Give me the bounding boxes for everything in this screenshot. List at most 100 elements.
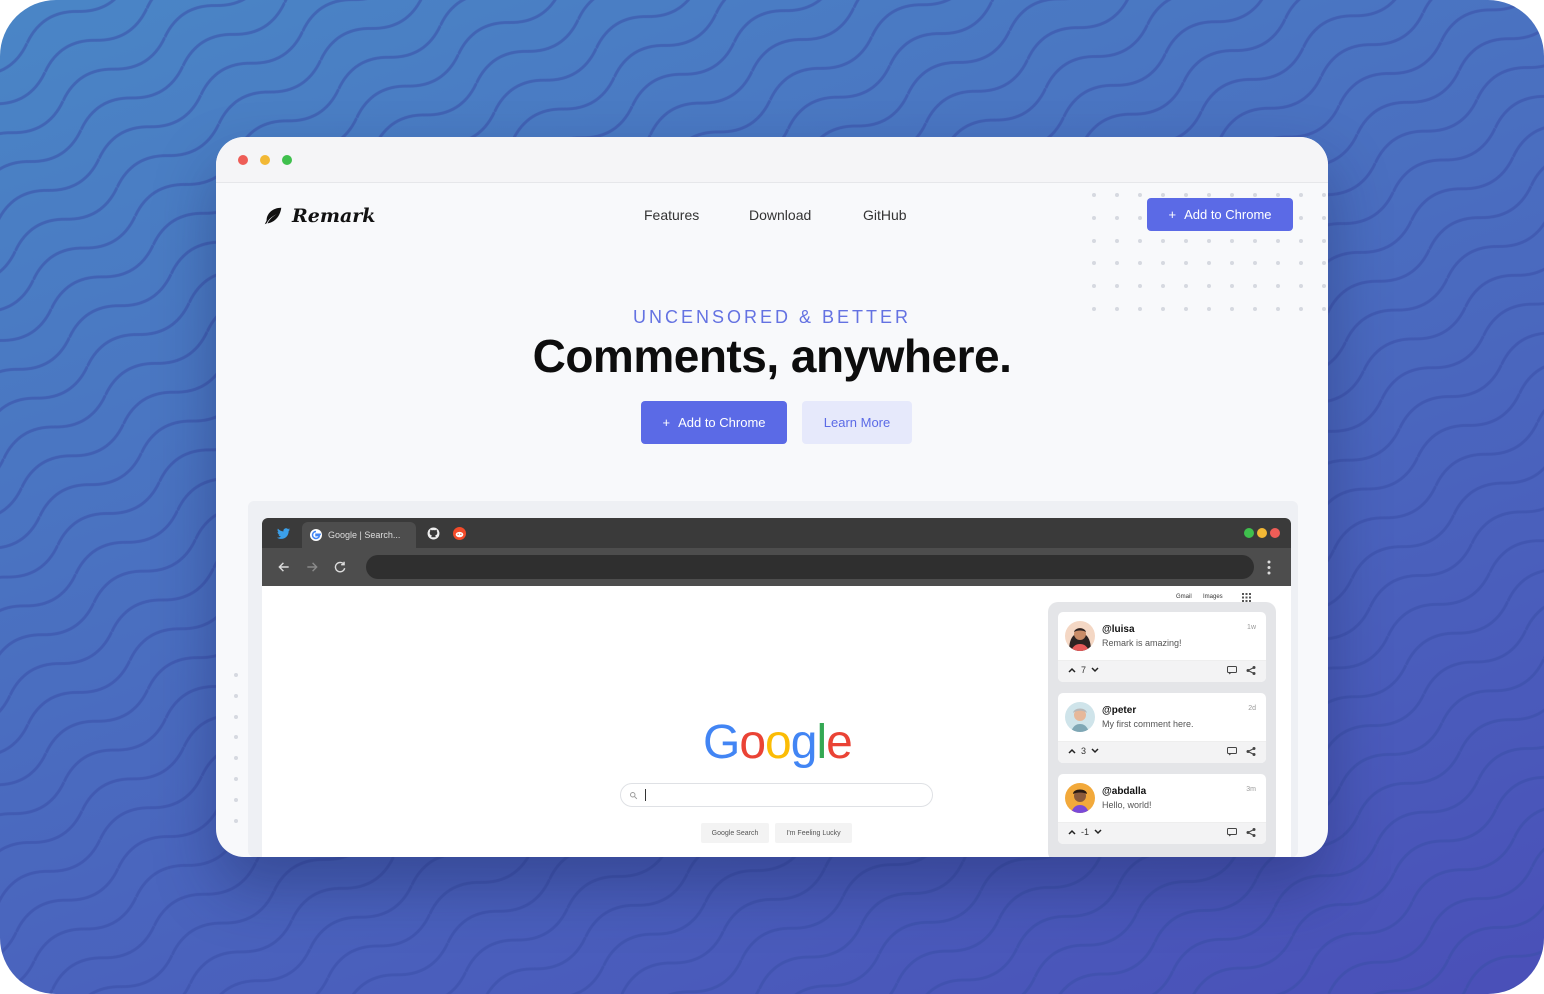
grid-dot (234, 693, 238, 698)
header-add-to-chrome-button[interactable]: + Add to Chrome (1147, 198, 1293, 231)
nav-link-github[interactable]: GitHub (863, 207, 907, 223)
grid-dot (1299, 284, 1303, 289)
grid-dot (234, 735, 238, 740)
grid-dot (1092, 284, 1096, 289)
grid-dot (1322, 238, 1326, 243)
gmail-link[interactable]: Gmail (1176, 594, 1192, 600)
text-cursor (645, 789, 646, 801)
grid-dot (1322, 193, 1326, 197)
demo-close-dot-icon[interactable] (1270, 528, 1280, 538)
google-search-input[interactable] (620, 783, 933, 807)
grid-dot (1276, 284, 1280, 289)
grid-dot (1299, 193, 1303, 197)
hero-eyebrow: UNCENSORED & BETTER (632, 307, 912, 327)
grid-dot (1092, 261, 1096, 266)
back-arrow-icon[interactable] (277, 560, 291, 574)
nav-link-download[interactable]: Download (749, 207, 811, 223)
google-g-icon (310, 529, 322, 541)
button-label: Add to Chrome (1184, 207, 1272, 222)
remark-comments-panel: @luisa Remark is amazing! 1w 7 @peter My… (1048, 602, 1276, 857)
grid-dot (1092, 215, 1096, 220)
search-icon (630, 792, 638, 800)
grid-dot (1161, 284, 1165, 289)
grid-dot (1322, 215, 1326, 220)
grid-dot (1138, 215, 1142, 220)
grid-dot (1207, 193, 1211, 197)
grid-dot (1115, 238, 1119, 243)
grid-dot (1207, 238, 1211, 243)
grid-dot (1115, 284, 1119, 289)
forward-arrow-icon[interactable] (305, 560, 319, 574)
grid-dot (1138, 193, 1142, 197)
grid-dot (1276, 238, 1280, 243)
demo-tab-bar: Google | Search... (262, 518, 1291, 548)
share-icon[interactable] (1246, 747, 1256, 756)
grid-dot (1138, 284, 1142, 289)
comment-card: @abdalla Hello, world! 3m -1 (1058, 774, 1266, 844)
feeling-lucky-button[interactable]: I'm Feeling Lucky (775, 823, 852, 843)
svg-text:Google: Google (703, 716, 852, 769)
google-search-button[interactable]: Google Search (701, 823, 769, 843)
google-homepage: Gmail Images Google Google Search I'm Fe… (262, 586, 1291, 857)
images-link[interactable]: Images (1203, 594, 1223, 600)
comment-username[interactable]: @abdalla (1102, 786, 1146, 797)
reddit-icon[interactable] (453, 527, 466, 540)
site-logo[interactable]: Remark (262, 205, 375, 227)
grid-dot (1276, 193, 1280, 197)
comment-card: @luisa Remark is amazing! 1w 7 (1058, 612, 1266, 682)
grid-dot (1253, 284, 1257, 289)
minimize-dot-icon[interactable] (260, 155, 270, 165)
grid-dot (1138, 261, 1142, 266)
avatar[interactable] (1065, 702, 1095, 732)
reload-icon[interactable] (333, 560, 347, 574)
grid-dot (234, 797, 238, 802)
grid-dot (1184, 284, 1188, 289)
reply-icon[interactable] (1227, 747, 1237, 756)
share-icon[interactable] (1246, 828, 1256, 837)
comment-time: 3m (1246, 786, 1256, 793)
reply-icon[interactable] (1227, 666, 1237, 675)
grid-dot (1115, 261, 1119, 266)
grid-dot (1207, 284, 1211, 289)
grid-dot (1161, 261, 1165, 266)
upvote-icon[interactable] (1068, 748, 1076, 754)
github-icon[interactable] (427, 527, 440, 540)
hero-add-to-chrome-button[interactable]: + Add to Chrome (641, 401, 787, 444)
comment-text: Remark is amazing! (1102, 638, 1182, 648)
grid-dot (1230, 238, 1234, 243)
downvote-icon[interactable] (1094, 829, 1102, 835)
comment-time: 1w (1247, 624, 1256, 631)
google-logo: Google (703, 716, 853, 769)
grid-dot (1184, 238, 1188, 243)
zoom-dot-icon[interactable] (282, 155, 292, 165)
address-bar[interactable] (366, 555, 1254, 579)
demo-zoom-dot-icon[interactable] (1244, 528, 1254, 538)
avatar[interactable] (1065, 621, 1095, 651)
feather-icon (264, 207, 282, 225)
upvote-icon[interactable] (1068, 829, 1076, 835)
apps-grid-icon[interactable] (1242, 593, 1251, 602)
share-icon[interactable] (1246, 666, 1256, 675)
comment-text: My first comment here. (1102, 719, 1194, 729)
demo-minimize-dot-icon[interactable] (1257, 528, 1267, 538)
comment-username[interactable]: @luisa (1102, 624, 1135, 635)
avatar[interactable] (1065, 783, 1095, 813)
twitter-icon[interactable] (277, 528, 290, 539)
grid-dot (1207, 261, 1211, 266)
nav-link-features[interactable]: Features (644, 207, 699, 223)
comment-username[interactable]: @peter (1102, 705, 1136, 716)
comment-time: 2d (1248, 705, 1256, 712)
upvote-icon[interactable] (1068, 667, 1076, 673)
learn-more-button[interactable]: Learn More (802, 401, 912, 444)
grid-dot (1230, 193, 1234, 197)
downvote-icon[interactable] (1091, 748, 1099, 754)
more-menu-icon[interactable] (1266, 560, 1272, 575)
downvote-icon[interactable] (1091, 667, 1099, 673)
grid-dot (1115, 215, 1119, 220)
tab-google-search[interactable]: Google | Search... (302, 522, 416, 548)
grid-dot (1092, 193, 1096, 197)
reply-icon[interactable] (1227, 828, 1237, 837)
close-dot-icon[interactable] (238, 155, 248, 165)
grid-dot (1299, 215, 1303, 220)
plus-icon: + (1168, 207, 1177, 222)
